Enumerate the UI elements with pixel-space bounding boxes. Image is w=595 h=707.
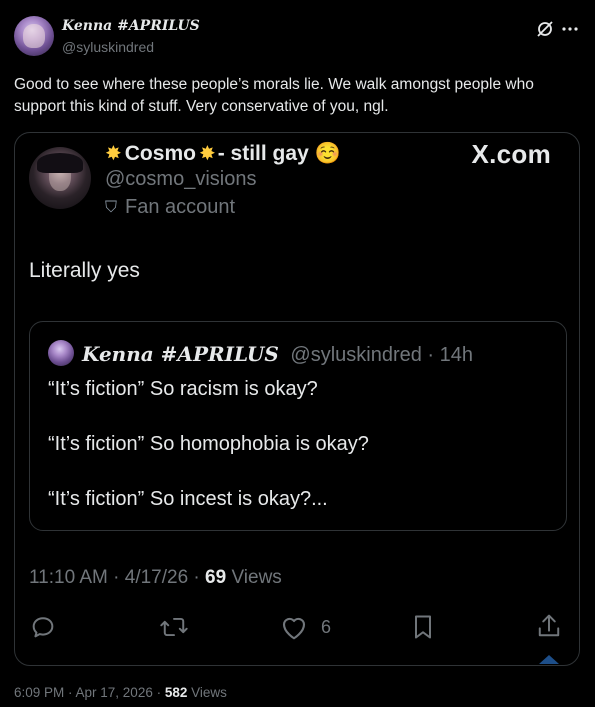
- like-count: 6: [321, 616, 332, 637]
- retweet-icon[interactable]: [159, 613, 189, 641]
- quoted-line-1: “It’s fiction” So racism is okay?: [48, 378, 318, 400]
- share-icon[interactable]: [535, 611, 563, 641]
- embed-meta: 11:10 AM · 4/17/26 · 69 Views: [29, 567, 282, 589]
- embed-meta-views-label: Views: [226, 567, 282, 588]
- tweet-text: Good to see where these people’s morals …: [14, 76, 534, 115]
- like-icon: [279, 613, 309, 641]
- like-button[interactable]: 6: [279, 613, 331, 641]
- quoted-time: · 14h: [427, 344, 474, 366]
- quoted-line-2: “It’s fiction” So homophobia is okay?: [48, 433, 369, 455]
- tweet-footer-time: 6:09 PM · Apr 17, 2026 ·: [14, 685, 165, 700]
- star-emoji-icon: ✸: [105, 143, 122, 165]
- theater-masks-icon: ⛉: [105, 198, 118, 216]
- x-brand-label: X.com: [471, 139, 551, 169]
- grok-icon[interactable]: [535, 19, 555, 39]
- bookmark-icon[interactable]: [411, 613, 435, 641]
- embed-author-name: Cosmo: [124, 141, 196, 165]
- author-handle[interactable]: @syluskindred: [62, 39, 154, 55]
- quoted-author-avatar: [48, 340, 74, 366]
- quoted-post[interactable]: Kenna #APRILUS @syluskindred · 14h “It’s…: [29, 321, 567, 531]
- more-icon[interactable]: [562, 26, 578, 32]
- embed-author-line: ✸ Cosmo ✸ - still gay ☺️: [105, 141, 341, 166]
- share-indicator: [539, 655, 559, 664]
- quoted-author-handle: @syluskindred: [290, 344, 422, 366]
- embedded-post-card[interactable]: ✸ Cosmo ✸ - still gay ☺️ @cosmo_visions …: [14, 132, 580, 666]
- author-name[interactable]: Kenna #APRILUS: [62, 18, 200, 34]
- star-emoji-icon: ✸: [198, 143, 216, 165]
- embed-author-suffix: - still gay ☺️: [217, 141, 341, 165]
- tweet-footer-views-count: 582: [164, 685, 188, 700]
- author-avatar[interactable]: [14, 16, 54, 56]
- tweet-footer-views-label: Views: [187, 685, 227, 700]
- embed-text: Literally yes: [29, 259, 140, 282]
- reply-icon[interactable]: [29, 613, 57, 641]
- quoted-author-line: Kenna #APRILUS @syluskindred · 14h: [82, 342, 473, 367]
- tweet-footer[interactable]: 6:09 PM · Apr 17, 2026 · 582 Views: [14, 685, 227, 700]
- embed-account-label: ⛉ Fan account: [105, 196, 236, 218]
- embed-author-handle: @cosmo_visions: [105, 168, 257, 190]
- embed-meta-time: 11:10 AM · 4/17/26 ·: [29, 567, 206, 588]
- embed-meta-views-count: 69: [205, 567, 227, 588]
- quoted-line-3: “It’s fiction” So incest is okay?...: [48, 488, 328, 510]
- quoted-author-name: Kenna #APRILUS: [82, 342, 279, 366]
- embed-author-avatar: [29, 147, 91, 209]
